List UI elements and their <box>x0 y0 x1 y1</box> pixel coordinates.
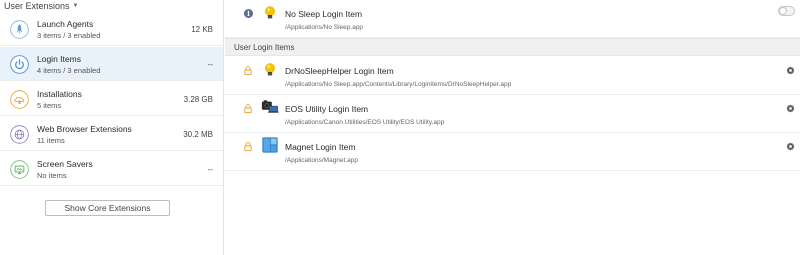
item-name: DrNoSleepHelper Login Item <box>285 66 394 76</box>
list-item-eos-utility[interactable]: EOS Utility Login Item /Applications/Can… <box>225 95 800 133</box>
extension-scope-dropdown[interactable]: User Extensions ▼ <box>0 0 223 12</box>
category-subtitle: 3 items / 3 enabled <box>37 31 101 40</box>
category-screen-savers[interactable]: Screen Savers No items -- <box>0 152 223 186</box>
category-size: -- <box>207 60 213 69</box>
item-path: /Applications/Canon Utilities/EOS Utilit… <box>285 119 445 126</box>
category-title: Login Items <box>37 54 81 64</box>
lightbulb-icon <box>261 61 279 79</box>
category-title: Launch Agents <box>37 19 94 29</box>
category-title: Installations <box>37 89 82 99</box>
gear-icon[interactable] <box>786 66 795 75</box>
toggle-knob <box>779 7 787 15</box>
category-launch-agents[interactable]: Launch Agents 3 items / 3 enabled 12 KB <box>0 12 223 46</box>
item-name: Magnet Login Item <box>285 142 356 152</box>
item-path: /Applications/Magnet.app <box>285 157 358 164</box>
item-name: No Sleep Login Item <box>285 9 363 19</box>
category-title: Screen Savers <box>37 159 93 169</box>
category-web-browser-extensions[interactable]: Web Browser Extensions 11 items 30.2 MB <box>0 117 223 151</box>
item-name: EOS Utility Login Item <box>285 104 369 114</box>
category-size: 12 KB <box>191 25 213 34</box>
list-item-drnosleephelper[interactable]: DrNoSleepHelper Login Item /Applications… <box>225 57 800 95</box>
category-size: 30.2 MB <box>183 130 213 139</box>
extension-list: i No Sleep Login Item /Applications/No S… <box>225 0 800 255</box>
monitor-icon <box>10 160 29 179</box>
extension-scope-label: User Extensions <box>4 1 70 11</box>
category-size: 3.28 GB <box>183 95 213 104</box>
item-path: /Applications/No Sleep.app <box>285 24 364 31</box>
magnet-windows-icon <box>261 136 279 154</box>
lock-icon <box>244 66 252 75</box>
camera-laptop-icon <box>261 98 279 116</box>
section-header-label: User Login Items <box>234 43 295 52</box>
category-subtitle: No items <box>37 171 67 180</box>
download-cloud-icon <box>10 90 29 109</box>
enable-toggle[interactable] <box>778 6 795 16</box>
list-item-magnet[interactable]: Magnet Login Item /Applications/Magnet.a… <box>225 133 800 171</box>
gear-icon[interactable] <box>786 142 795 151</box>
info-icon[interactable]: i <box>244 9 253 18</box>
lock-icon <box>244 142 252 151</box>
list-item-no-sleep[interactable]: i No Sleep Login Item /Applications/No S… <box>225 0 800 38</box>
category-login-items[interactable]: Login Items 4 items / 3 enabled -- <box>0 47 223 81</box>
category-subtitle: 11 items <box>37 136 65 145</box>
show-core-extensions-button[interactable]: Show Core Extensions <box>45 200 170 216</box>
gear-icon[interactable] <box>786 104 795 113</box>
globe-icon <box>10 125 29 144</box>
lightbulb-icon <box>261 4 279 22</box>
category-title: Web Browser Extensions <box>37 124 132 134</box>
item-path: /Applications/No Sleep.app/Contents/Libr… <box>285 81 512 88</box>
lock-icon <box>244 104 252 113</box>
category-subtitle: 4 items / 3 enabled <box>37 66 101 75</box>
power-icon <box>10 55 29 74</box>
rocket-icon <box>10 20 29 39</box>
category-subtitle: 5 items <box>37 101 62 110</box>
category-installations[interactable]: Installations 5 items 3.28 GB <box>0 82 223 116</box>
chevron-down-icon: ▼ <box>72 3 79 9</box>
category-size: -- <box>207 165 213 174</box>
section-header-user-login-items: User Login Items <box>225 38 800 56</box>
sidebar: User Extensions ▼ Launch Agents 3 items … <box>0 0 224 255</box>
